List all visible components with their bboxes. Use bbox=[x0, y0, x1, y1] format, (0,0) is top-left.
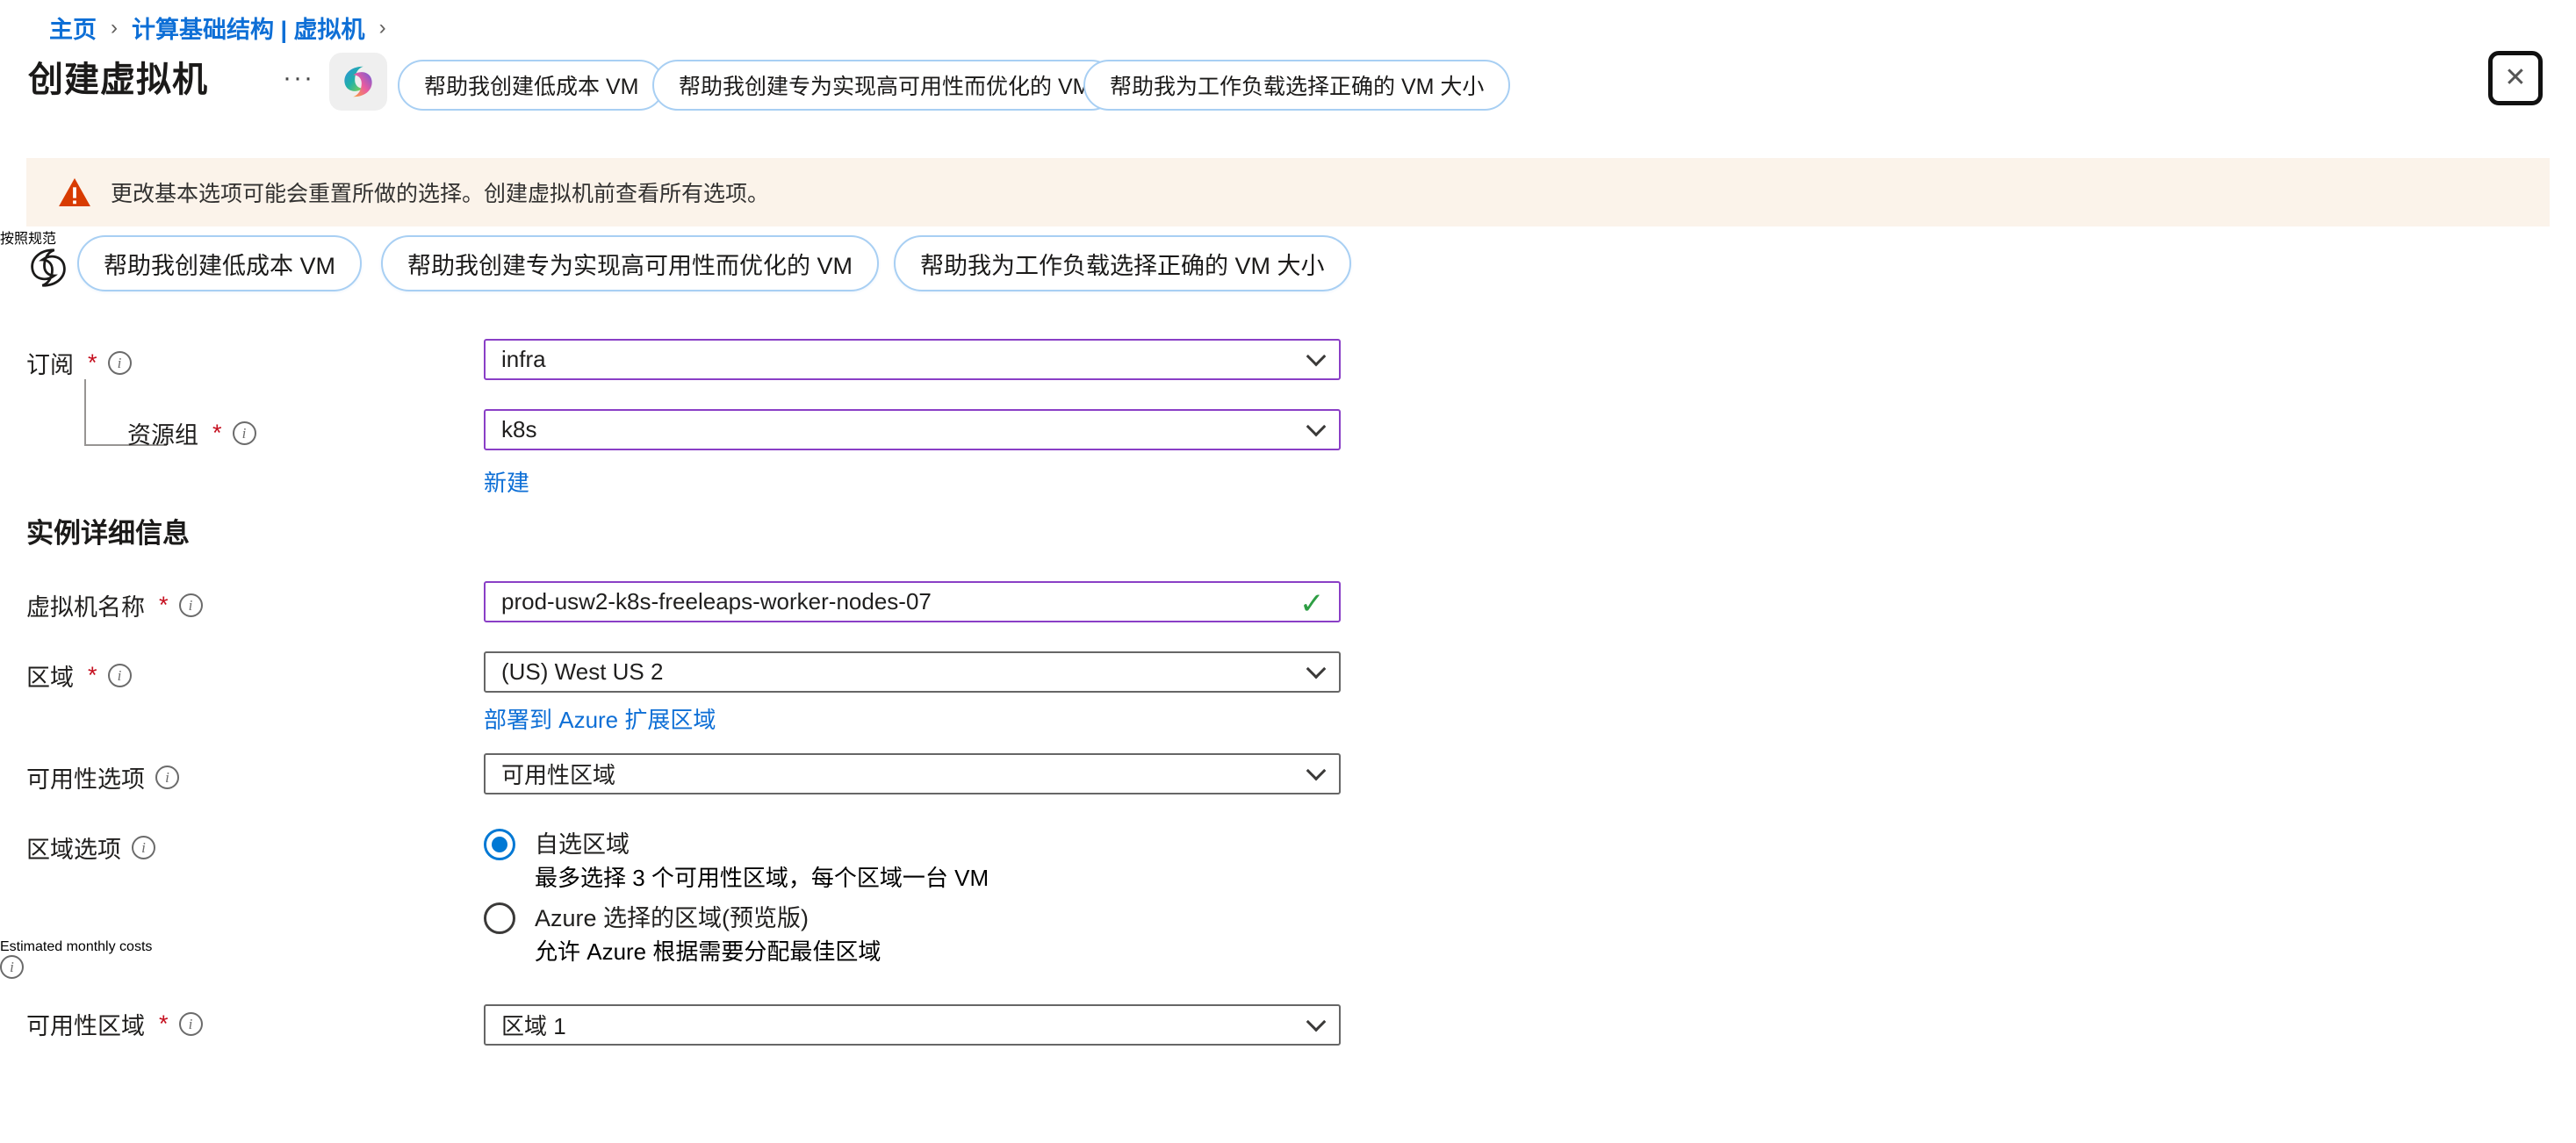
radio-label: 自选区域 bbox=[535, 831, 630, 858]
availability-zone-value: 区域 1 bbox=[501, 1009, 1309, 1041]
chevron-down-icon bbox=[1306, 1011, 1327, 1032]
zone-options-label: 区域选项 i bbox=[26, 830, 155, 865]
required-asterisk: * bbox=[88, 662, 97, 689]
zone-option-self-select[interactable]: 自选区域 最多选择 3 个可用性区域，每个区域一台 VM bbox=[484, 829, 989, 893]
copilot-suggestion-low-cost[interactable]: 帮助我创建低成本 VM bbox=[398, 60, 665, 111]
copilot-suggestion-high-availability[interactable]: 帮助我创建专为实现高可用性而优化的 VM bbox=[652, 60, 1117, 111]
copilot-suggestion-low-cost-2[interactable]: 帮助我创建低成本 VM bbox=[77, 235, 362, 291]
info-icon[interactable]: i bbox=[108, 351, 132, 375]
cost-panel-title: Estimated monthly costs bbox=[0, 939, 2576, 955]
warning-banner: 更改基本选项可能会重置所做的选择。创建虚拟机前查看所有选项。 bbox=[26, 158, 2550, 226]
create-new-link[interactable]: 新建 bbox=[484, 465, 529, 498]
main-scrollbar-thumb[interactable] bbox=[0, 248, 16, 434]
zone-option-azure-select[interactable]: Azure 选择的区域(预览版) 允许 Azure 根据需要分配最佳区域 bbox=[484, 902, 881, 967]
connector-line bbox=[84, 379, 86, 446]
info-icon[interactable]: i bbox=[0, 955, 24, 979]
more-options-button[interactable]: ··· bbox=[283, 63, 314, 93]
info-icon[interactable]: i bbox=[233, 421, 256, 445]
close-button[interactable]: ✕ bbox=[2488, 51, 2543, 105]
copilot-suggestion-vm-size-2[interactable]: 帮助我为工作负载选择正确的 VM 大小 bbox=[894, 235, 1351, 291]
required-asterisk: * bbox=[212, 420, 222, 447]
radio-label: Azure 选择的区域(预览版) bbox=[535, 905, 809, 931]
chevron-down-icon bbox=[1306, 346, 1327, 366]
resource-group-dropdown[interactable]: k8s bbox=[484, 409, 1341, 450]
copilot-outline-icon bbox=[25, 244, 72, 291]
create-vm-page: 主页 › 计算基础结构 | 虚拟机 › 创建虚拟机 ··· 帮助我创建低成本 V… bbox=[0, 0, 2576, 1143]
info-icon[interactable]: i bbox=[155, 766, 179, 789]
vm-name-input[interactable] bbox=[484, 581, 1341, 622]
info-icon[interactable]: i bbox=[132, 836, 155, 859]
radio-description: 允许 Azure 根据需要分配最佳区域 bbox=[535, 934, 881, 967]
extended-zones-link[interactable]: 部署到 Azure 扩展区域 bbox=[484, 702, 716, 735]
radio-description: 最多选择 3 个可用性区域，每个区域一台 VM bbox=[535, 860, 989, 893]
region-value: (US) West US 2 bbox=[501, 658, 1309, 686]
info-icon[interactable]: i bbox=[179, 593, 203, 617]
copilot-suggestion-high-availability-2[interactable]: 帮助我创建专为实现高可用性而优化的 VM bbox=[381, 235, 879, 291]
chevron-down-icon bbox=[1306, 760, 1327, 780]
subscription-value: infra bbox=[501, 346, 1309, 373]
close-icon: ✕ bbox=[2504, 65, 2526, 91]
info-icon[interactable]: i bbox=[108, 664, 132, 687]
subscription-label: 订阅* i bbox=[26, 346, 132, 380]
radio-unselected-icon[interactable] bbox=[484, 902, 515, 934]
chevron-down-icon bbox=[1306, 416, 1327, 436]
main-scrollbar-track[interactable] bbox=[0, 248, 23, 939]
breadcrumb-chevron-icon: › bbox=[379, 16, 386, 40]
region-label: 区域* i bbox=[26, 658, 132, 693]
resource-group-label: 资源组* i bbox=[127, 416, 256, 450]
availability-zone-label: 可用性区域* i bbox=[26, 1007, 203, 1041]
resource-group-value: k8s bbox=[501, 416, 1309, 443]
availability-options-label: 可用性选项 i bbox=[26, 760, 179, 794]
warning-text: 更改基本选项可能会重置所做的选择。创建虚拟机前查看所有选项。 bbox=[111, 176, 769, 208]
info-icon[interactable]: i bbox=[179, 1012, 203, 1036]
subscription-dropdown[interactable]: infra bbox=[484, 339, 1341, 380]
required-asterisk: * bbox=[88, 349, 97, 377]
copilot-button[interactable] bbox=[329, 53, 387, 111]
availability-zone-dropdown[interactable]: 区域 1 bbox=[484, 1004, 1341, 1046]
vm-name-label: 虚拟机名称* i bbox=[26, 588, 203, 622]
radio-selected-icon[interactable] bbox=[484, 829, 515, 860]
required-asterisk: * bbox=[159, 592, 169, 619]
breadcrumb: 主页 › 计算基础结构 | 虚拟机 › bbox=[49, 11, 386, 45]
page-title: 创建虚拟机 bbox=[28, 51, 208, 102]
breadcrumb-chevron-icon: › bbox=[111, 16, 118, 40]
required-asterisk: * bbox=[159, 1010, 169, 1038]
copilot-suggestion-vm-size[interactable]: 帮助我为工作负载选择正确的 VM 大小 bbox=[1083, 60, 1510, 111]
region-dropdown[interactable]: (US) West US 2 bbox=[484, 651, 1341, 693]
availability-options-dropdown[interactable]: 可用性区域 bbox=[484, 753, 1341, 794]
chevron-down-icon bbox=[1306, 658, 1327, 679]
copilot-icon bbox=[338, 61, 378, 102]
breadcrumb-home-link[interactable]: 主页 bbox=[49, 11, 97, 45]
availability-options-value: 可用性区域 bbox=[501, 758, 1309, 790]
instance-details-header: 实例详细信息 bbox=[26, 511, 190, 550]
breadcrumb-section-link[interactable]: 计算基础结构 | 虚拟机 bbox=[132, 11, 365, 45]
warning-icon bbox=[58, 177, 91, 207]
checkmark-icon: ✓ bbox=[1299, 586, 1325, 622]
